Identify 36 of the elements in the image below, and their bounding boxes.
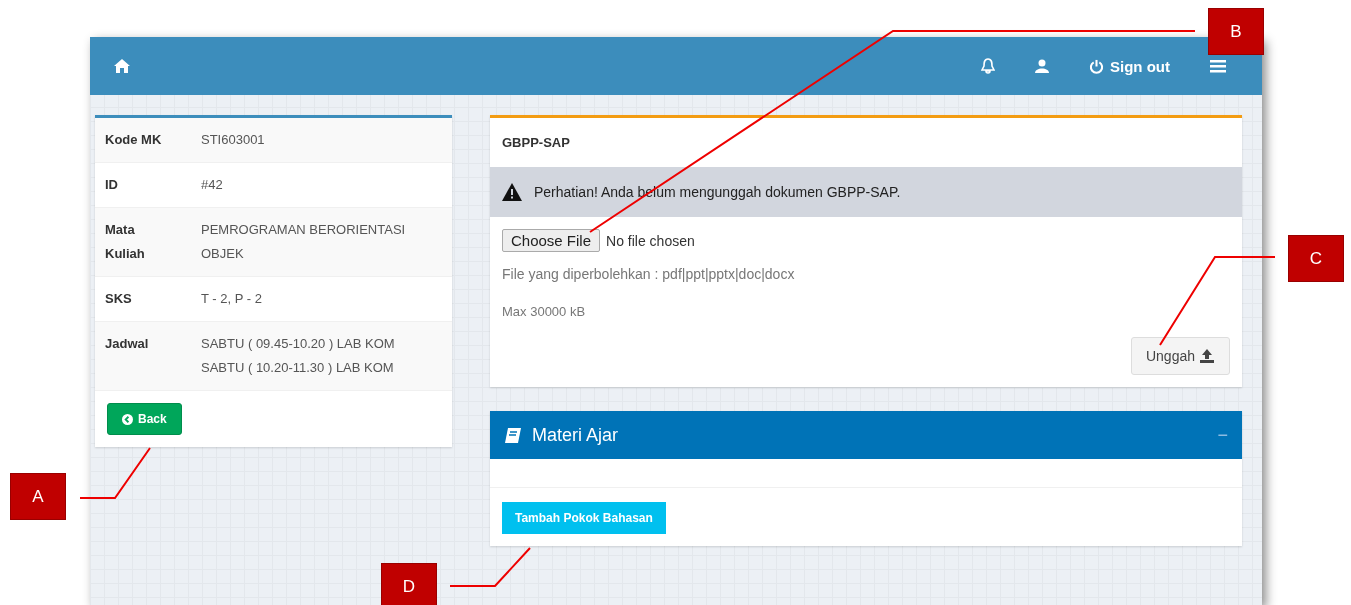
user-icon[interactable]	[1035, 59, 1049, 73]
notification-bell-icon[interactable]	[981, 58, 995, 74]
add-topic-button[interactable]: Tambah Pokok Bahasan	[502, 502, 666, 534]
warning-icon	[502, 183, 522, 201]
back-button[interactable]: Back	[107, 403, 182, 435]
field-label: Jadwal	[105, 335, 150, 353]
field-label: ID	[105, 176, 119, 194]
callout-label: B	[1208, 8, 1264, 55]
leader-line	[79, 447, 151, 499]
callout-label: A	[10, 473, 66, 520]
upload-icon	[1199, 349, 1215, 363]
callout-label: C	[1288, 235, 1344, 282]
panel-title: GBPP-SAP	[501, 134, 571, 152]
field-label: Kode MK	[105, 131, 163, 149]
file-status: No file chosen	[606, 232, 695, 249]
max-size-text: Max 30000 kB	[502, 304, 587, 319]
field-value: #42	[201, 176, 224, 194]
menu-icon[interactable]	[1210, 59, 1226, 73]
field-label: Mata Kuliah	[105, 221, 146, 263]
home-icon[interactable]	[114, 59, 130, 73]
field-value: SABTU ( 10.20-11.30 ) LAB KOM	[201, 359, 395, 377]
allowed-types-text: File yang diperbolehkan : pdf|ppt|pptx|doc|docx	[502, 266, 796, 282]
field-value: SABTU ( 09.45-10.20 ) LAB KOM	[201, 335, 396, 353]
back-arrow-icon	[122, 413, 133, 425]
field-value: T - 2, P - 2	[201, 290, 263, 308]
field-value: STI603001	[201, 131, 266, 149]
field-value: PEMROGRAMAN BERORIENTASI OBJEK	[201, 221, 407, 263]
callout-label: D	[381, 563, 437, 605]
book-icon	[504, 426, 522, 444]
field-label: SKS	[105, 290, 133, 308]
collapse-button[interactable]: −	[1217, 424, 1228, 446]
panel-title: Materi Ajar	[532, 424, 620, 446]
sign-out-button[interactable]: Sign out	[1089, 57, 1170, 75]
power-icon	[1089, 58, 1104, 74]
upload-button[interactable]: Unggah	[1130, 337, 1230, 375]
choose-file-button[interactable]: Choose File	[502, 229, 601, 252]
